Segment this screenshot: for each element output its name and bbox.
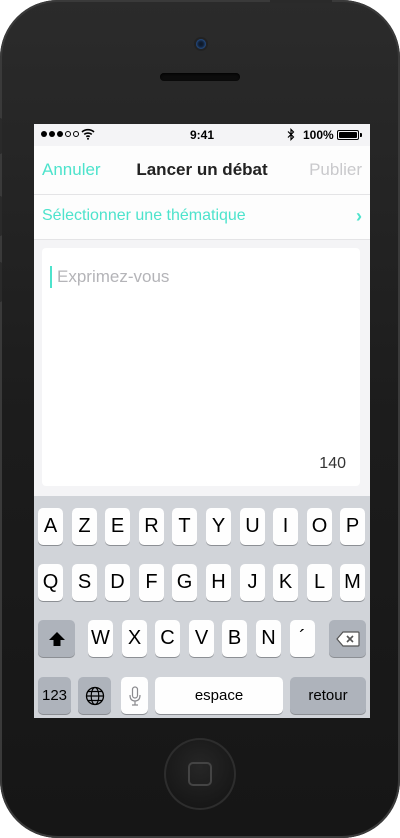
select-theme-label: Sélectionner une thématique xyxy=(42,207,246,224)
key-r[interactable]: R xyxy=(139,508,164,545)
volume-up-button xyxy=(0,196,2,236)
key-o[interactable]: O xyxy=(307,508,332,545)
key-t[interactable]: T xyxy=(172,508,197,545)
key-f[interactable]: F xyxy=(139,564,164,601)
mute-switch xyxy=(0,118,2,154)
globe-icon xyxy=(85,686,104,705)
globe-key[interactable] xyxy=(78,677,111,714)
select-theme-row[interactable]: Sélectionner une thématique › xyxy=(34,195,370,240)
key-i[interactable]: I xyxy=(273,508,298,545)
backspace-key[interactable] xyxy=(329,620,366,657)
key-k[interactable]: K xyxy=(273,564,298,601)
phone-frame: 9:41 100% Annuler Lancer un débat Publie… xyxy=(0,0,400,838)
key-l[interactable]: L xyxy=(307,564,332,601)
message-placeholder: Exprimez-vous xyxy=(57,267,170,286)
home-square-icon xyxy=(188,762,212,786)
key-m[interactable]: M xyxy=(340,564,365,601)
microphone-icon xyxy=(128,685,141,706)
dictation-key[interactable] xyxy=(121,677,148,714)
key-n[interactable]: N xyxy=(256,620,281,657)
space-key[interactable]: espace xyxy=(155,677,283,714)
keyboard: 123 espace retour AZERTYUIOP QSDFGHJKLM WX… xyxy=(34,496,370,718)
home-button[interactable] xyxy=(164,738,236,810)
numbers-key[interactable]: 123 xyxy=(38,677,71,714)
screen: 9:41 100% Annuler Lancer un débat Publie… xyxy=(34,124,370,718)
key-j[interactable]: J xyxy=(240,564,265,601)
key-u[interactable]: U xyxy=(240,508,265,545)
chevron-right-icon: › xyxy=(356,206,362,226)
key-q[interactable]: Q xyxy=(38,564,63,601)
return-key[interactable]: retour xyxy=(290,677,366,714)
shift-icon xyxy=(48,631,65,646)
battery-percent: 100% xyxy=(303,128,334,142)
battery-icon xyxy=(337,130,359,140)
key-p[interactable]: P xyxy=(340,508,365,545)
battery-fill xyxy=(339,132,357,138)
key-acute-accent[interactable]: ´ xyxy=(290,620,315,657)
key-b[interactable]: B xyxy=(222,620,247,657)
key-e[interactable]: E xyxy=(105,508,130,545)
key-c[interactable]: C xyxy=(155,620,180,657)
key-d[interactable]: D xyxy=(105,564,130,601)
key-s[interactable]: S xyxy=(72,564,97,601)
volume-down-button xyxy=(0,262,2,302)
key-z[interactable]: Z xyxy=(72,508,97,545)
key-v[interactable]: V xyxy=(189,620,214,657)
power-button xyxy=(270,0,332,3)
key-a[interactable]: A xyxy=(38,508,63,545)
battery-nub xyxy=(360,133,362,137)
status-bar: 9:41 100% xyxy=(34,124,370,146)
earpiece-speaker xyxy=(160,73,240,81)
key-w[interactable]: W xyxy=(88,620,113,657)
bluetooth-icon xyxy=(287,128,295,141)
text-caret xyxy=(50,266,52,288)
nav-bar: Annuler Lancer un débat Publier xyxy=(34,146,370,195)
backspace-icon xyxy=(335,630,360,647)
key-h[interactable]: H xyxy=(206,564,231,601)
key-g[interactable]: G xyxy=(172,564,197,601)
front-camera xyxy=(196,39,206,49)
publish-button[interactable]: Publier xyxy=(309,160,362,180)
shift-key[interactable] xyxy=(38,620,75,657)
cancel-button[interactable]: Annuler xyxy=(42,160,101,180)
character-counter: 140 xyxy=(319,455,346,472)
key-x[interactable]: X xyxy=(122,620,147,657)
key-y[interactable]: Y xyxy=(206,508,231,545)
